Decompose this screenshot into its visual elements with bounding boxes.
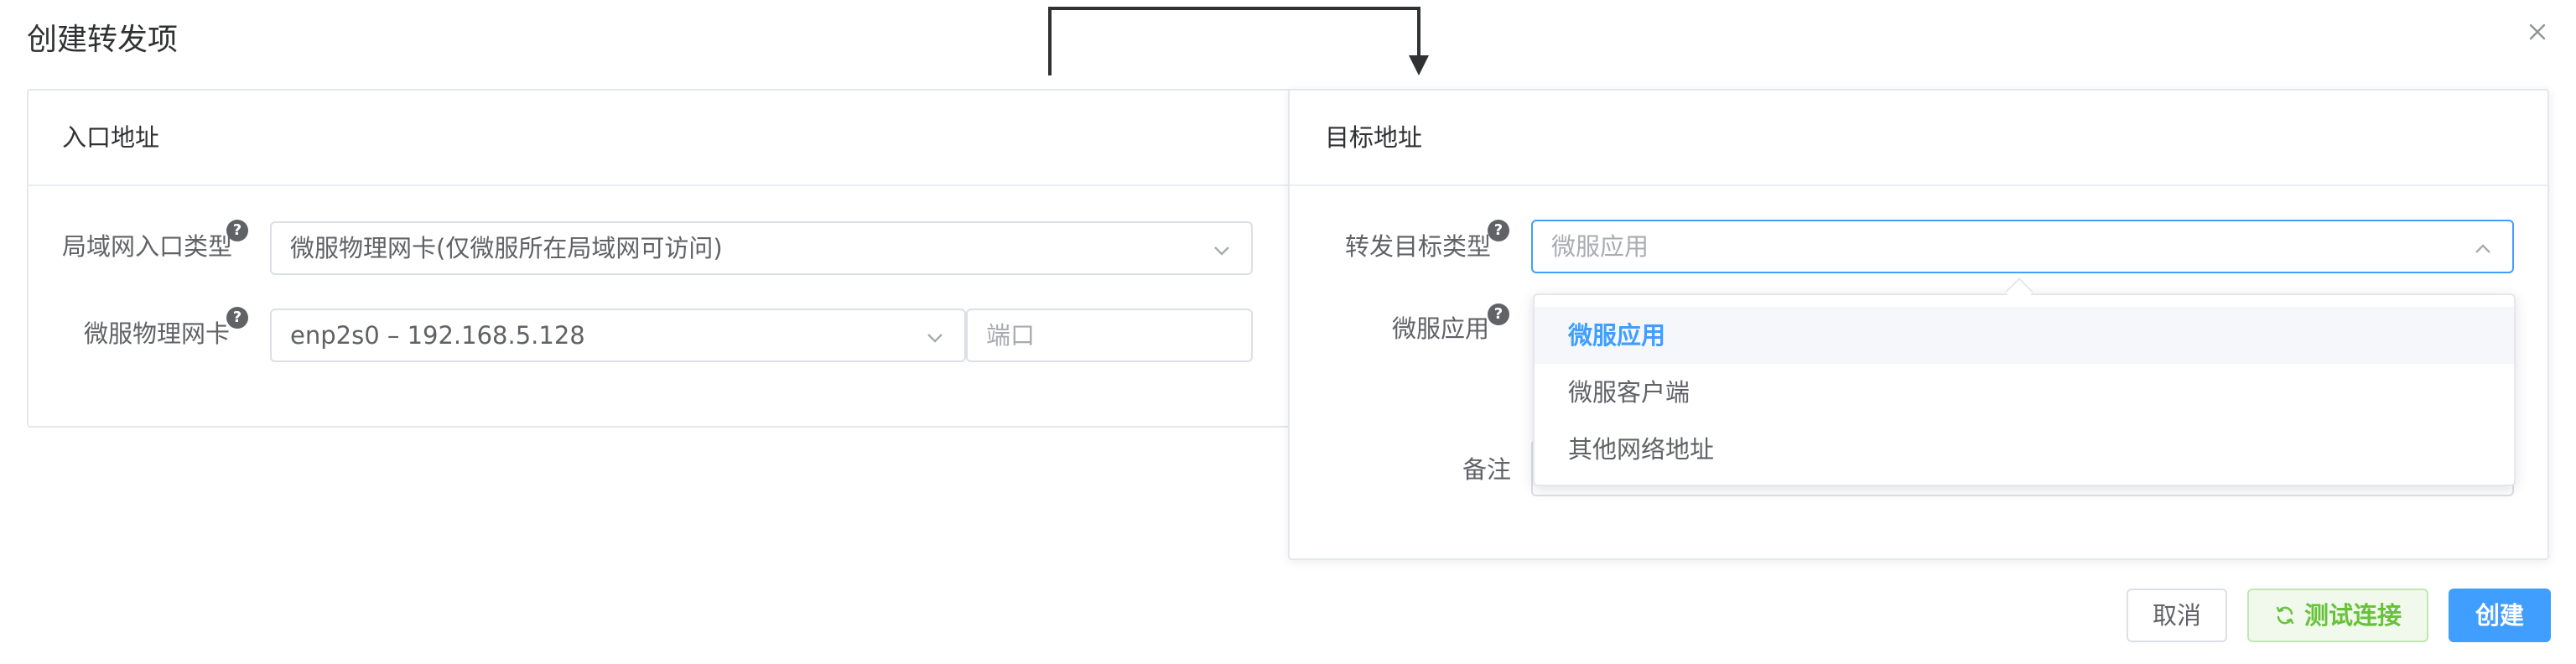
entry-card-title: 入口地址 (62, 123, 160, 152)
lan-type-select[interactable]: 微服物理网卡(仅微服所在局域网可访问) (270, 221, 1253, 275)
port-placeholder: 端口 (986, 321, 1036, 350)
chevron-down-icon (927, 334, 943, 343)
target-type-dropdown: 微服应用 微服客户端 其他网络地址 (1533, 293, 2516, 486)
test-connection-label: 测试连接 (2303, 601, 2402, 630)
test-connection-button[interactable]: 测试连接 (2247, 589, 2428, 642)
dropdown-option-micro-app[interactable]: 微服应用 (1535, 307, 2514, 364)
target-type-select[interactable]: 微服应用 (1531, 220, 2514, 273)
target-type-placeholder: 微服应用 (1551, 232, 1649, 261)
dropdown-option-other-network[interactable]: 其他网络地址 (1535, 421, 2514, 478)
dropdown-option-client[interactable]: 微服客户端 (1535, 364, 2514, 421)
nic-select[interactable]: enp2s0 – 192.168.5.128 (270, 309, 966, 362)
target-card-header: 目标地址 (1290, 91, 2547, 186)
app-label: 微服应用 (1392, 314, 1490, 343)
cancel-button[interactable]: 取消 (2127, 589, 2227, 642)
chevron-down-icon (1214, 246, 1229, 256)
lan-type-label: 局域网入口类型 (62, 232, 233, 261)
refresh-icon (2276, 606, 2294, 625)
chevron-up-icon (2475, 244, 2490, 253)
target-type-label: 转发目标类型 (1345, 232, 1492, 261)
entry-card-header: 入口地址 (29, 91, 1313, 186)
nic-value: enp2s0 – 192.168.5.128 (290, 321, 585, 350)
lan-type-value: 微服物理网卡(仅微服所在局域网可访问) (290, 234, 723, 262)
target-card-title: 目标地址 (1325, 123, 1423, 152)
annotation-arrow (1048, 7, 1429, 75)
nic-label: 微服物理网卡 (84, 319, 231, 348)
note-label: 备注 (1462, 455, 1512, 484)
create-button[interactable]: 创建 (2449, 589, 2551, 642)
question-circle-icon[interactable]: ? (226, 307, 248, 329)
question-circle-icon[interactable]: ? (1488, 303, 1509, 325)
question-circle-icon[interactable]: ? (1488, 220, 1509, 241)
port-input[interactable]: 端口 (966, 309, 1253, 362)
question-circle-icon[interactable]: ? (226, 220, 248, 241)
